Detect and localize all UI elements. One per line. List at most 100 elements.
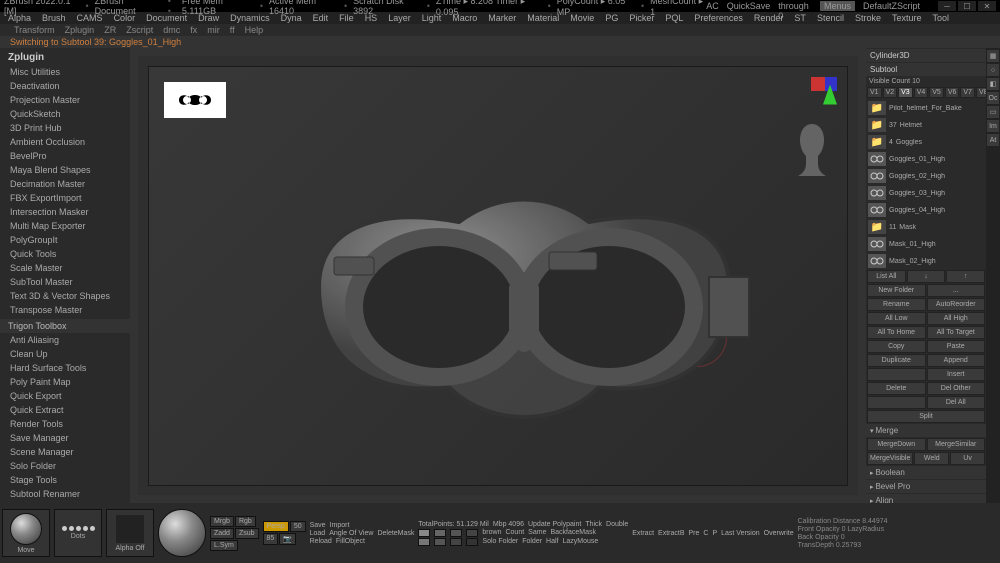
menu-draw[interactable]: Draw (193, 13, 224, 23)
menu-cams[interactable]: CAMS (72, 13, 108, 23)
menu-pql[interactable]: PQL (660, 13, 688, 23)
menu-edit[interactable]: Edit (308, 13, 334, 23)
menu-marker[interactable]: Marker (483, 13, 521, 23)
rgb-button[interactable]: Rgb (235, 516, 256, 527)
viewport[interactable] (138, 56, 858, 495)
deletemask-button[interactable]: DeleteMask (377, 530, 414, 537)
quicksave-button[interactable]: QuickSave (727, 1, 771, 11)
menu-layer[interactable]: Layer (383, 13, 416, 23)
uv-button[interactable]: Uv (950, 452, 985, 465)
right-button[interactable]: Del All (927, 396, 986, 409)
toolbar-icon[interactable]: ▭ (987, 106, 999, 118)
submenu-help[interactable]: Help (241, 25, 268, 35)
right-button[interactable]: Copy (867, 340, 926, 353)
submenu-fx[interactable]: fx (186, 25, 201, 35)
right-button[interactable]: List All (867, 270, 906, 283)
zadd-button[interactable]: Zadd (210, 528, 234, 539)
right-button[interactable]: Duplicate (867, 354, 926, 367)
submenu-ff[interactable]: ff (226, 25, 239, 35)
menu-hs[interactable]: HS (360, 13, 383, 23)
subtool-item[interactable]: 📁11Mask (866, 219, 986, 235)
menu-light[interactable]: Light (417, 13, 447, 23)
toolbar-icon[interactable]: ▦ (987, 50, 999, 62)
submenu-transform[interactable]: Transform (10, 25, 59, 35)
minimize-button[interactable]: ─ (938, 1, 956, 11)
right-button[interactable]: Delete (867, 382, 926, 395)
vtab[interactable]: V5 (929, 87, 944, 98)
script-label[interactable]: DefaultZScript (863, 1, 920, 11)
zsub-button[interactable]: Zsub (235, 528, 259, 539)
persp-button[interactable]: Persp (263, 521, 289, 532)
submenu-mir[interactable]: mir (203, 25, 224, 35)
left-item[interactable]: Poly Paint Map (0, 375, 130, 389)
right-button[interactable]: ... (927, 284, 986, 297)
menu-preferences[interactable]: Preferences (689, 13, 748, 23)
left-item[interactable]: Hard Surface Tools (0, 361, 130, 375)
right-button[interactable] (867, 396, 926, 409)
brush-tile[interactable]: Move (2, 509, 50, 557)
toolbar-icon[interactable]: ○ (987, 64, 999, 76)
boolean-expand[interactable]: Boolean (866, 466, 986, 479)
subtool-item[interactable]: Goggles_02_High (866, 168, 986, 184)
mergesimilar-button[interactable]: MergeSimilar (927, 438, 986, 451)
menu-alpha[interactable]: Alpha (3, 13, 36, 23)
right-button[interactable]: Split (867, 410, 985, 423)
right-button[interactable]: New Folder (867, 284, 926, 297)
menu-dynamics[interactable]: Dynamics (225, 13, 275, 23)
menu-dyna[interactable]: Dyna (276, 13, 307, 23)
left-item[interactable]: Stage Tools (0, 473, 130, 487)
right-button[interactable]: Rename (867, 298, 926, 311)
submenu-zr[interactable]: ZR (100, 25, 120, 35)
right-button[interactable]: ↑ (946, 270, 985, 283)
vtab[interactable]: V4 (914, 87, 929, 98)
right-button[interactable]: Append (927, 354, 986, 367)
align-expand[interactable]: Align (866, 494, 986, 503)
menu-material[interactable]: Material (522, 13, 564, 23)
left-item[interactable]: Clean Up (0, 347, 130, 361)
right-button[interactable]: Paste (927, 340, 986, 353)
menu-stroke[interactable]: Stroke (850, 13, 886, 23)
toolbar-icon[interactable]: Im (987, 120, 999, 132)
right-button[interactable]: All Low (867, 312, 926, 325)
left-item[interactable]: Decimation Master (0, 177, 130, 191)
subtool-item[interactable]: Goggles_03_High (866, 185, 986, 201)
mrgb-button[interactable]: Mrgb (210, 516, 234, 527)
menu-tool[interactable]: Tool (927, 13, 954, 23)
material-sphere[interactable] (158, 509, 206, 557)
solo-button[interactable]: Solo Folder (482, 538, 518, 546)
tool-thumbnail[interactable] (164, 82, 226, 118)
left-item[interactable]: Deactivation (0, 79, 130, 93)
load-button[interactable]: Load (310, 530, 326, 537)
subtool-item[interactable]: Goggles_04_High (866, 202, 986, 218)
left-item[interactable]: FBX ExportImport (0, 191, 130, 205)
right-button[interactable]: All High (927, 312, 986, 325)
stroke-tile[interactable]: Dots (54, 509, 102, 557)
left-item[interactable]: Solo Folder (0, 459, 130, 473)
right-button[interactable]: Del Other (927, 382, 986, 395)
subtool-item[interactable]: 📁Pilot_helmet_For_Bake (866, 100, 986, 116)
subtool-item[interactable]: Mask_02_High (866, 253, 986, 269)
update-button[interactable]: Update Polypaint (528, 521, 581, 528)
vtab[interactable]: V1 (867, 87, 882, 98)
right-button[interactable] (867, 368, 926, 381)
left-item[interactable]: PolyGroupIt (0, 233, 130, 247)
left-item[interactable]: Scale Master (0, 261, 130, 275)
left-item[interactable]: Save Manager (0, 431, 130, 445)
left-item[interactable]: Ambient Occlusion (0, 135, 130, 149)
submenu-zscript[interactable]: Zscript (122, 25, 157, 35)
left-item[interactable]: Text 3D & Vector Shapes (0, 289, 130, 303)
left-item[interactable]: Render Tools (0, 417, 130, 431)
left-item[interactable]: SubTool Master (0, 275, 130, 289)
close-button[interactable]: ✕ (978, 1, 996, 11)
head-reference[interactable] (792, 122, 832, 177)
menu-render[interactable]: Render (749, 13, 789, 23)
menu-brush[interactable]: Brush (37, 13, 71, 23)
left-item[interactable]: Subtool Renamer (0, 487, 130, 501)
menu-pg[interactable]: PG (600, 13, 623, 23)
left-item[interactable]: Intersection Masker (0, 205, 130, 219)
menu-macro[interactable]: Macro (447, 13, 482, 23)
maximize-button[interactable]: ☐ (958, 1, 976, 11)
left-item[interactable]: Maya Blend Shapes (0, 163, 130, 177)
right-button[interactable]: Insert (927, 368, 986, 381)
left-item[interactable]: Scene Manager (0, 445, 130, 459)
